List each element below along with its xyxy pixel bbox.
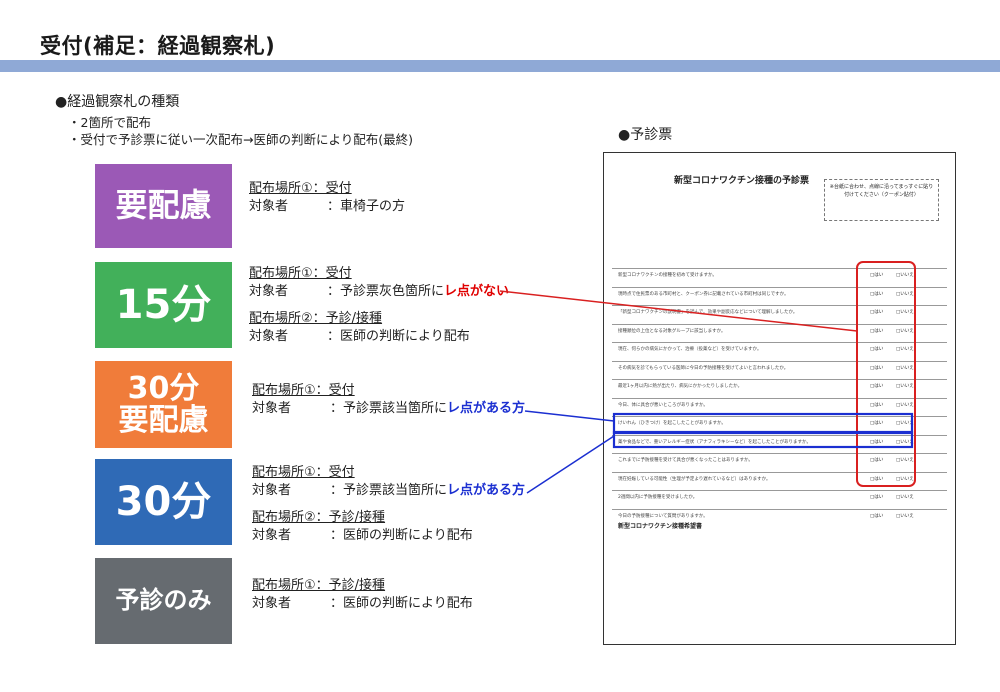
blue-box-past-reaction [612, 430, 914, 449]
blue-connector-2 [526, 435, 615, 494]
blue-box-allergy [612, 412, 914, 435]
red-box-gray-column [856, 261, 916, 487]
red-connector [499, 290, 858, 332]
annotation-overlay [499, 261, 916, 494]
blue-connector-1 [524, 410, 615, 422]
